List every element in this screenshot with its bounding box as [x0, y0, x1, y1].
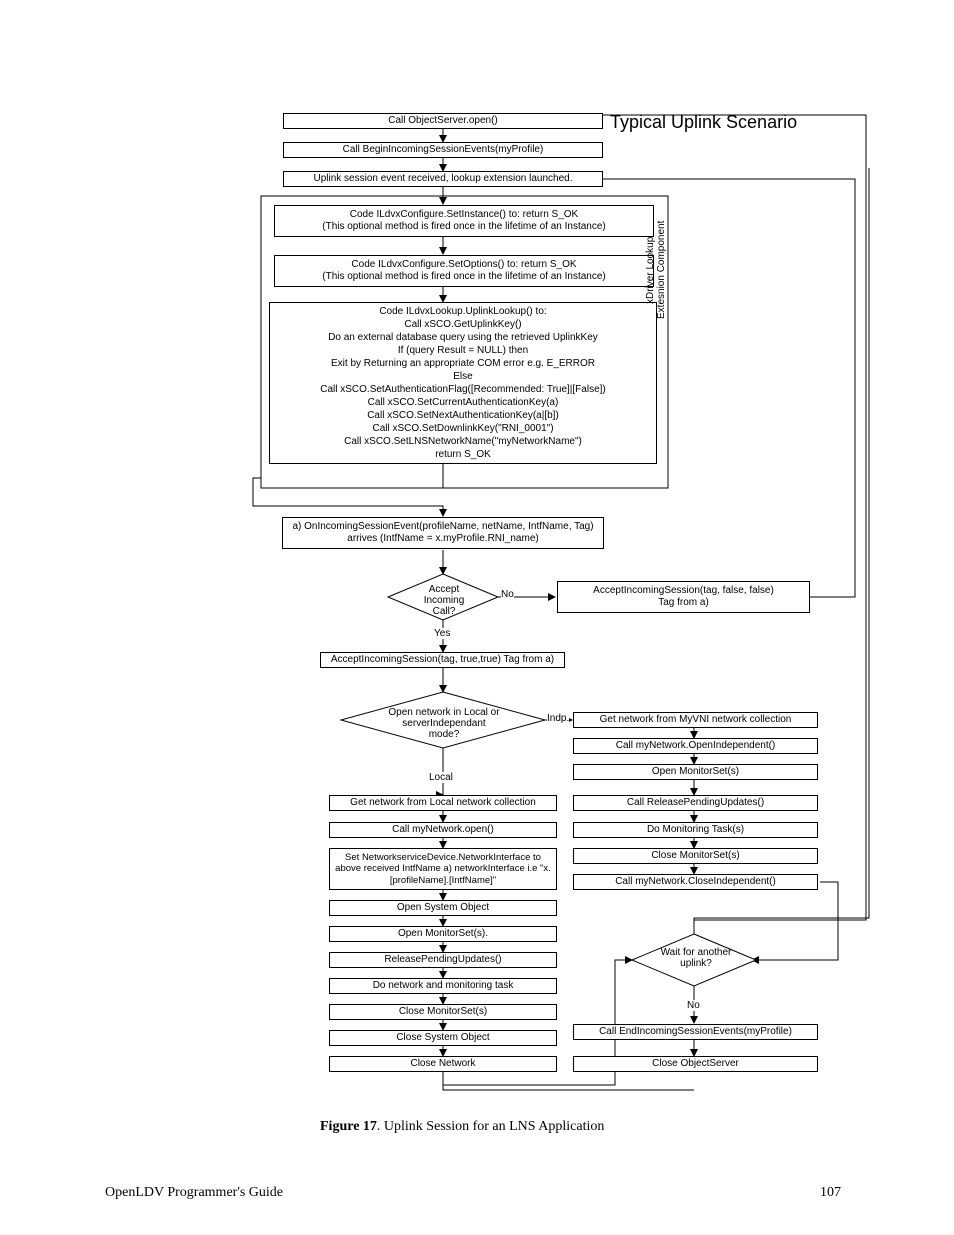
node-get-myvni-network: Get network from MyVNI network collectio…	[573, 712, 818, 728]
node-uplinklookup: Code ILdvxLookup.UplinkLookup() to: Call…	[269, 302, 657, 464]
node-do-network-task: Do network and monitoring task	[329, 978, 557, 994]
node-objectserver-open: Call ObjectServer.open()	[283, 113, 603, 129]
figure-number: Figure 17	[320, 1119, 377, 1134]
footer-left: OpenLDV Programmer's Guide	[105, 1185, 283, 1201]
node-mynetwork-open: Call myNetwork.open()	[329, 822, 557, 838]
node-set-network-interface: Set NetworkserviceDevice.NetworkInterfac…	[329, 848, 557, 890]
footer-page-number: 107	[820, 1185, 841, 1201]
decision-open-mode-label: Open network in Local or serverIndependa…	[388, 707, 500, 740]
node-do-monitoring-tasks: Do Monitoring Task(s)	[573, 822, 818, 838]
node-begin-incoming-session: Call BeginIncomingSessionEvents(myProfil…	[283, 142, 603, 158]
decision-accept-call-label: Accept Incoming Call?	[420, 584, 468, 617]
node-on-incoming-session-event: a) OnIncomingSessionEvent(profileName, n…	[282, 517, 604, 549]
node-get-local-network: Get network from Local network collectio…	[329, 795, 557, 811]
figure-text: . Uplink Session for an LNS Application	[377, 1119, 605, 1134]
node-uplink-event-received: Uplink session event received, lookup ex…	[283, 171, 603, 187]
label-yes-1: Yes	[434, 628, 450, 639]
node-open-monitorsets-r: Open MonitorSet(s)	[573, 764, 818, 780]
label-no-3: No	[687, 1000, 700, 1011]
node-open-independent: Call myNetwork.OpenIndependent()	[573, 738, 818, 754]
node-close-monitorsets-r: Close MonitorSet(s)	[573, 848, 818, 864]
node-close-system-object: Close System Object	[329, 1030, 557, 1046]
node-close-objectserver: Close ObjectServer	[573, 1056, 818, 1072]
node-open-monitorsets-l: Open MonitorSet(s).	[329, 926, 557, 942]
node-setoptions: Code ILdvxConfigure.SetOptions() to: ret…	[274, 255, 654, 287]
node-accept-true: AcceptIncomingSession(tag, true,true) Ta…	[320, 652, 565, 668]
label-local: Local	[429, 772, 453, 783]
node-close-network: Close Network	[329, 1056, 557, 1072]
node-setinstance: Code ILdvxConfigure.SetInstance() to: re…	[274, 205, 654, 237]
label-no-1: No	[501, 589, 514, 600]
node-open-system-object: Open System Object	[329, 900, 557, 916]
node-release-pending-l: ReleasePendingUpdates()	[329, 952, 557, 968]
node-close-monitorsets-l: Close MonitorSet(s)	[329, 1004, 557, 1020]
xdriver-lookup-label: xDriver LookupExtesnion Component	[645, 205, 667, 335]
decision-wait-uplink-label: Wait for another uplink?	[656, 947, 736, 969]
node-release-pending-r: Call ReleasePendingUpdates()	[573, 795, 818, 811]
node-accept-false: AcceptIncomingSession(tag, false, false)…	[557, 581, 810, 613]
node-close-independent: Call myNetwork.CloseIndependent()	[573, 874, 818, 890]
label-indp: Indp.	[547, 713, 569, 724]
figure-caption: Figure 17. Uplink Session for an LNS App…	[320, 1119, 604, 1135]
diagram-title: Typical Uplink Scenario	[610, 112, 797, 133]
node-end-incoming-session: Call EndIncomingSessionEvents(myProfile)	[573, 1024, 818, 1040]
